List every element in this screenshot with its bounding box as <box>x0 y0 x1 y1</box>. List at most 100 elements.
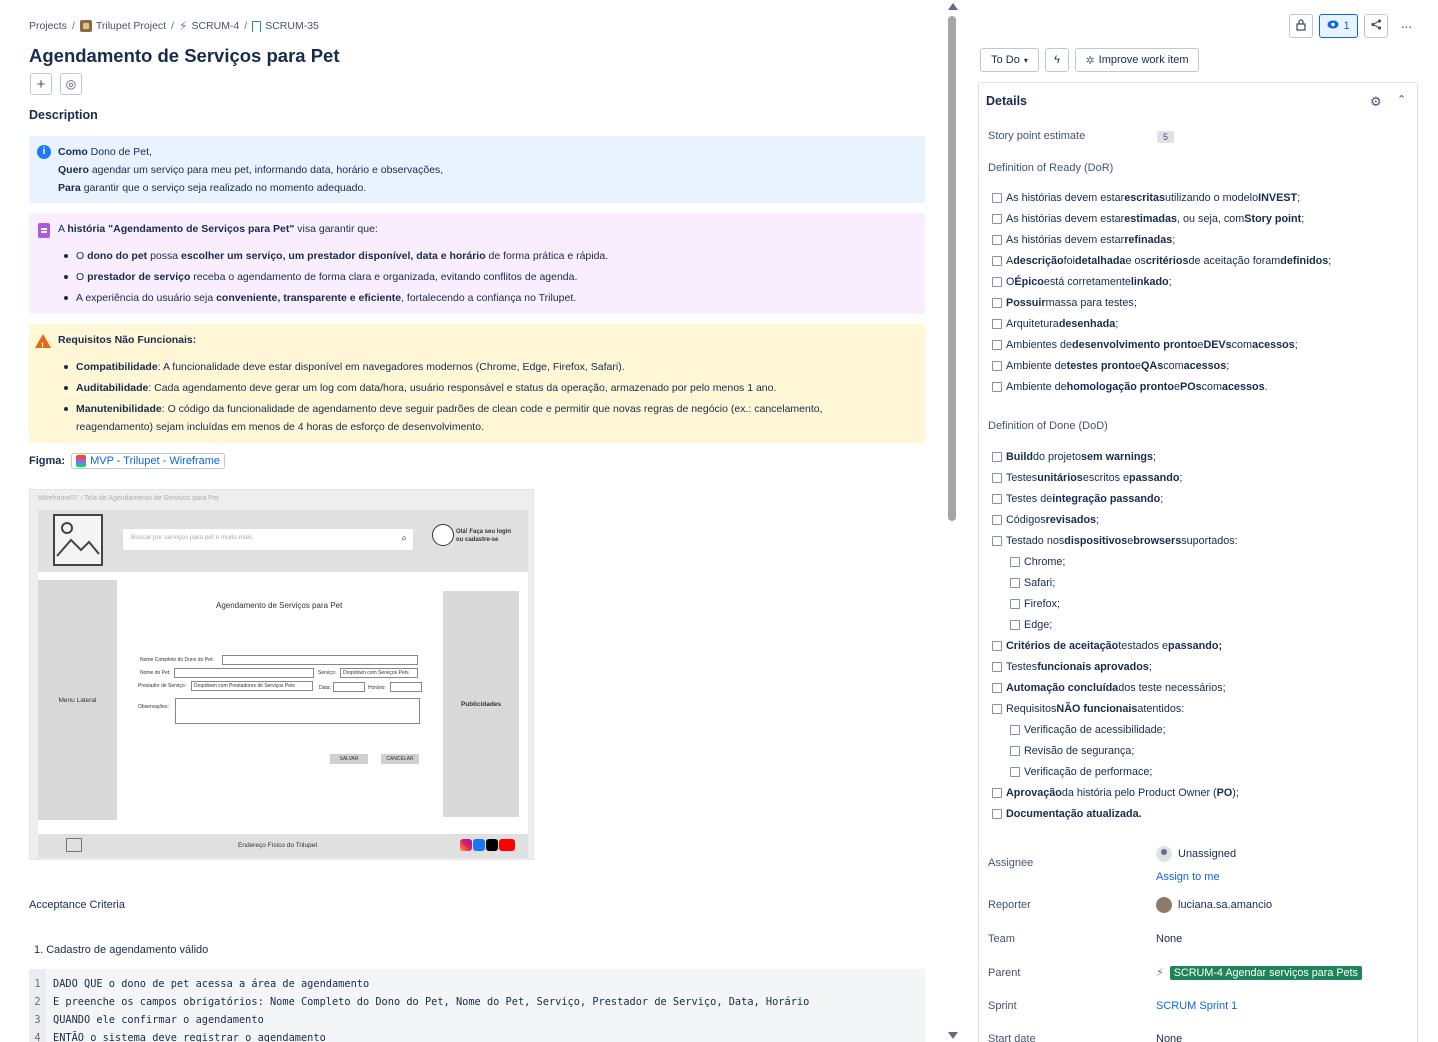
checkbox[interactable] <box>992 277 1002 287</box>
checkbox[interactable] <box>992 214 1002 224</box>
checklist-item[interactable]: O Épico está corretamente linkado; <box>992 276 1172 288</box>
checklist-text: PO <box>1216 787 1233 799</box>
page-title[interactable]: Agendamento de Serviços para Pet <box>29 45 340 67</box>
scroll-down-icon[interactable] <box>948 1032 958 1039</box>
checklist-item[interactable]: Requisitos NÃO funcionais atentidos: <box>992 703 1184 715</box>
checkbox[interactable] <box>1010 557 1020 567</box>
parent-value[interactable]: ⚡ SCRUM-4 Agendar serviços para Pets <box>1156 966 1362 980</box>
gear-icon[interactable]: ⚙ <box>1370 94 1382 110</box>
automation-button[interactable]: ϟ <box>1045 48 1069 72</box>
checkbox[interactable] <box>992 641 1002 651</box>
checklist-item[interactable]: Documentação atualizada. <box>992 808 1142 820</box>
lock-button[interactable] <box>1289 14 1313 38</box>
checkbox[interactable] <box>1010 767 1020 777</box>
breadcrumb-epic[interactable]: ⚡ SCRUM-4 <box>179 19 239 33</box>
story-point-value[interactable]: 5 <box>1157 131 1174 143</box>
status-dropdown[interactable]: To Do ▾ <box>980 48 1039 72</box>
checkbox[interactable] <box>992 788 1002 798</box>
checklist-item[interactable]: Ambiente de testes pronto e QAs com aces… <box>992 360 1229 372</box>
checkbox[interactable] <box>992 298 1002 308</box>
checklist-item[interactable]: As histórias devem estar estimadas, ou s… <box>992 213 1304 225</box>
checklist-item[interactable]: As histórias devem estar escritas utiliz… <box>992 192 1300 204</box>
checkbox[interactable] <box>992 319 1002 329</box>
checkbox[interactable] <box>992 193 1002 203</box>
checkbox[interactable] <box>1010 578 1020 588</box>
checkbox[interactable] <box>992 256 1002 266</box>
chevron-up-icon[interactable]: ⌃ <box>1397 93 1406 106</box>
breadcrumb-projects[interactable]: Projects <box>29 20 67 32</box>
watch-button[interactable]: 1 <box>1319 14 1358 38</box>
checklist-item[interactable]: Edge; <box>1010 619 1052 631</box>
checklist-item[interactable]: Arquitetura desenhada; <box>992 318 1118 330</box>
checkbox[interactable] <box>1010 725 1020 735</box>
checkbox[interactable] <box>992 382 1002 392</box>
checkbox[interactable] <box>992 809 1002 819</box>
team-value[interactable]: None <box>1156 933 1182 945</box>
wireframe-image[interactable]: Wireframe07 - Tela de Agendamento de Ser… <box>29 489 534 860</box>
breadcrumb-project[interactable]: Trilupet Project <box>79 20 166 32</box>
note-intro: A história "Agendamento de Serviços para… <box>58 223 378 235</box>
checkbox[interactable] <box>992 473 1002 483</box>
checklist-item[interactable]: Códigos revisados; <box>992 514 1099 526</box>
checkbox[interactable] <box>992 704 1002 714</box>
reporter-value[interactable]: luciana.sa.amancio <box>1156 897 1272 913</box>
tiktok-icon <box>486 839 498 851</box>
add-button[interactable]: + <box>30 73 52 95</box>
details-title[interactable]: Details <box>986 94 1027 108</box>
checklist-item[interactable]: As histórias devem estar refinadas; <box>992 234 1175 246</box>
checkbox[interactable] <box>1010 599 1020 609</box>
checklist-item[interactable]: Testado nos dispositivos e browsers supo… <box>992 535 1238 547</box>
scroll-thumb[interactable] <box>948 16 956 521</box>
figma-link[interactable]: MVP - Trilupet - Wireframe <box>71 453 226 469</box>
assign-to-me-link[interactable]: Assign to me <box>1156 871 1220 883</box>
apps-button[interactable]: ◎ <box>60 73 82 95</box>
checklist-item[interactable]: Ambientes de desenvolvimento pronto e DE… <box>992 339 1298 351</box>
checklist-item[interactable]: Revisão de segurança; <box>1010 745 1134 757</box>
checklist-text: Épico <box>1014 276 1044 288</box>
checklist-text: escritos e <box>1082 472 1130 484</box>
checkbox[interactable] <box>992 452 1002 462</box>
checkbox[interactable] <box>992 494 1002 504</box>
checkbox[interactable] <box>1010 620 1020 630</box>
share-button[interactable] <box>1364 14 1388 38</box>
checklist-item[interactable]: Testes funcionais aprovados; <box>992 661 1152 673</box>
checklist-item[interactable]: Safari; <box>1010 577 1055 589</box>
checklist-item[interactable]: Verificação de acessibilidade; <box>1010 724 1166 736</box>
code-block[interactable]: 1 DADO QUE o dono de pet acessa a área d… <box>29 969 925 1042</box>
checklist-text: escritas <box>1124 192 1166 204</box>
wireframe-field: Dropdown com Serviços Pets <box>340 668 418 678</box>
list-item: Auditabilidade: Cada agendamento deve ge… <box>64 379 906 397</box>
breadcrumb-story[interactable]: SCRUM-35 <box>252 20 319 32</box>
checklist-item[interactable]: Automação concluída dos teste necessário… <box>992 682 1226 694</box>
start-date-value[interactable]: None <box>1156 1033 1182 1042</box>
checklist-item[interactable]: Ambiente de homologação pronto e POs com… <box>992 381 1268 393</box>
checklist-text: passando <box>1129 472 1180 484</box>
sprint-value[interactable]: SCRUM Sprint 1 <box>1156 1000 1237 1012</box>
sparkle-icon: ✲ <box>1085 54 1095 67</box>
checklist-text: passando; <box>1168 640 1223 652</box>
checklist-item[interactable]: Firefox; <box>1010 598 1060 610</box>
checkbox[interactable] <box>1010 746 1020 756</box>
checklist-item[interactable]: Critérios de aceitação testados e passan… <box>992 640 1222 652</box>
checkbox[interactable] <box>992 662 1002 672</box>
checklist-item[interactable]: Build do projeto sem warnings; <box>992 451 1156 463</box>
checkbox[interactable] <box>992 235 1002 245</box>
main-scrollbar[interactable] <box>946 0 958 1042</box>
assignee-value[interactable]: Unassigned <box>1156 846 1236 862</box>
checklist-item[interactable]: Verificação de performace; <box>1010 766 1152 778</box>
checklist-item[interactable]: Aprovação da história pelo Product Owner… <box>992 787 1239 799</box>
checklist-item[interactable]: A descrição foi detalhada e os critérios… <box>992 255 1331 267</box>
improve-work-item-button[interactable]: ✲ Improve work item <box>1075 48 1199 72</box>
checklist-item[interactable]: Testes unitários escritos e passando; <box>992 472 1182 484</box>
checklist-item[interactable]: Testes de integração passando; <box>992 493 1163 505</box>
more-actions-button[interactable]: ··· <box>1394 14 1418 38</box>
checkbox[interactable] <box>992 536 1002 546</box>
checkbox[interactable] <box>992 683 1002 693</box>
settings-icon: ◎ <box>65 77 77 91</box>
checkbox[interactable] <box>992 340 1002 350</box>
checkbox[interactable] <box>992 361 1002 371</box>
checklist-item[interactable]: Possuir massa para testes; <box>992 297 1137 309</box>
scroll-up-icon[interactable] <box>948 3 958 10</box>
checkbox[interactable] <box>992 515 1002 525</box>
checklist-item[interactable]: Chrome; <box>1010 556 1065 568</box>
